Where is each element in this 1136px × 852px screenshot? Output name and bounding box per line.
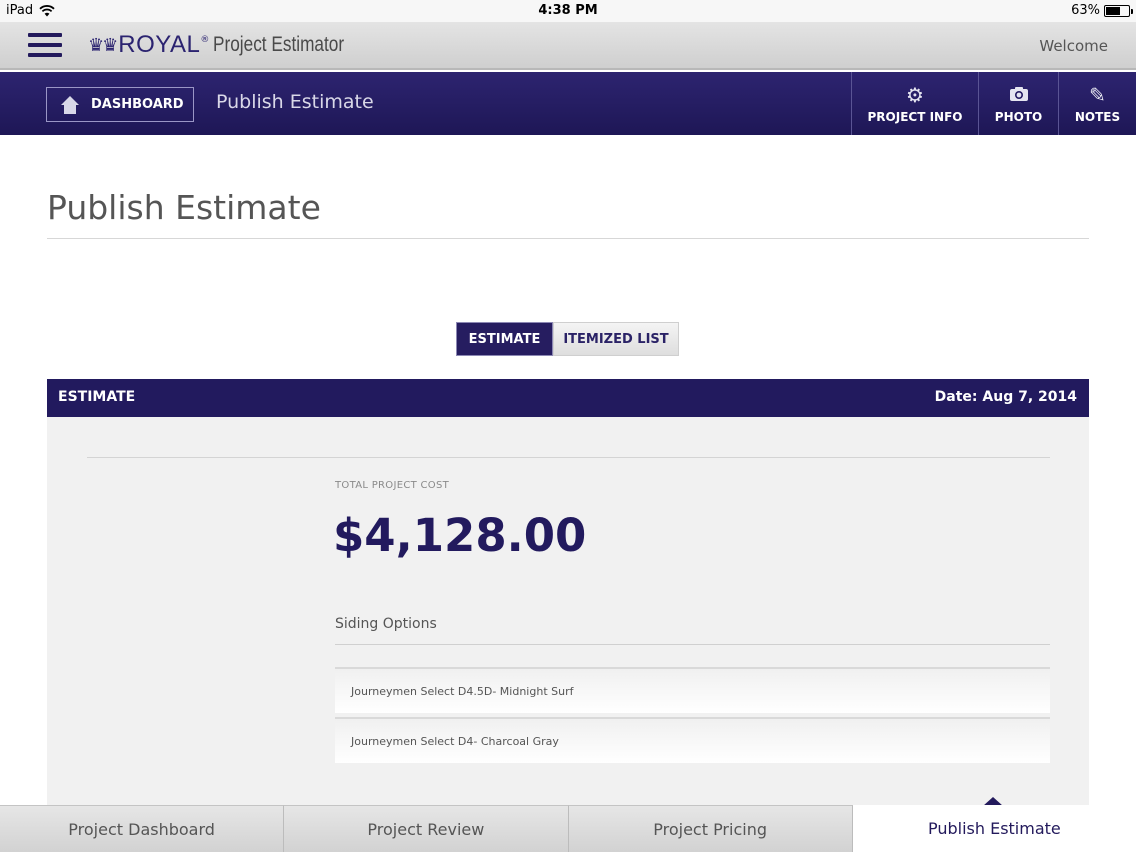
crown-icon: ♛♛ <box>88 34 118 56</box>
status-bar: iPad 4:38 PM 63% <box>0 0 1136 22</box>
page-title: Publish Estimate <box>47 188 321 227</box>
battery-level <box>1106 6 1120 15</box>
tab-project-review[interactable]: Project Review <box>284 805 569 852</box>
product-name: Project Estimator <box>213 33 345 56</box>
list-item: Journeymen Select D4- Charcoal Gray <box>335 717 1050 763</box>
siding-option-label: Journeymen Select D4.5D- Midnight Surf <box>351 684 574 698</box>
gear-icon: ⚙ <box>906 82 924 107</box>
estimate-tab[interactable]: ESTIMATE <box>456 322 553 356</box>
nav-title: Publish Estimate <box>216 91 374 113</box>
estimate-header: ESTIMATE Date: Aug 7, 2014 <box>47 379 1089 417</box>
bottom-tab-bar: Project Dashboard Project Review Project… <box>0 805 1136 852</box>
brand-name: ROYAL <box>118 31 201 58</box>
view-toggle: ESTIMATE ITEMIZED LIST <box>456 322 679 356</box>
tab-project-pricing[interactable]: Project Pricing <box>568 805 853 852</box>
nav-bar: DASHBOARD Publish Estimate ⚙ PROJECT INF… <box>0 72 1136 135</box>
registered-mark: ® <box>200 35 210 45</box>
pencil-icon: ✎ <box>1089 82 1106 107</box>
total-cost-value: $4,128.00 <box>333 509 587 562</box>
list-item: Journeymen Select D4.5D- Midnight Surf <box>335 667 1050 713</box>
notes-label: NOTES <box>1074 109 1121 124</box>
siding-option-label: Journeymen Select D4- Charcoal Gray <box>351 734 559 748</box>
nav-actions: ⚙ PROJECT INFO PHOTO ✎ NOTES <box>851 72 1136 135</box>
panel-divider <box>87 457 1050 458</box>
project-info-label: PROJECT INFO <box>867 109 963 124</box>
tab-publish-estimate[interactable]: Publish Estimate <box>852 805 1136 852</box>
notes-button[interactable]: ✎ NOTES <box>1058 72 1136 135</box>
welcome-text: Welcome <box>1039 37 1108 55</box>
app-logo: ♛♛ ROYAL ® Project Estimator <box>88 31 373 59</box>
estimate-header-label: ESTIMATE <box>58 389 136 405</box>
section-divider <box>335 644 1050 645</box>
total-cost-label: TOTAL PROJECT COST <box>335 480 449 491</box>
status-time: 4:38 PM <box>538 3 598 18</box>
project-info-button[interactable]: ⚙ PROJECT INFO <box>851 72 978 135</box>
tab-project-dashboard[interactable]: Project Dashboard <box>0 805 285 852</box>
home-icon <box>61 95 79 114</box>
app-header: ♛♛ ROYAL ® Project Estimator Welcome <box>0 22 1136 70</box>
menu-icon[interactable] <box>28 33 62 57</box>
battery-icon <box>1104 4 1133 17</box>
dashboard-button[interactable]: DASHBOARD <box>46 87 194 122</box>
photo-button[interactable]: PHOTO <box>978 72 1058 135</box>
battery-percent: 63% <box>1071 3 1100 18</box>
camera-icon <box>1009 84 1029 106</box>
photo-label: PHOTO <box>994 109 1043 124</box>
itemized-list-tab[interactable]: ITEMIZED LIST <box>553 322 679 356</box>
estimate-panel: TOTAL PROJECT COST $4,128.00 Siding Opti… <box>47 417 1089 805</box>
estimate-date: Date: Aug 7, 2014 <box>934 389 1077 405</box>
siding-options-title: Siding Options <box>335 616 437 632</box>
dashboard-button-label: DASHBOARD <box>91 97 184 112</box>
title-divider <box>47 238 1089 239</box>
